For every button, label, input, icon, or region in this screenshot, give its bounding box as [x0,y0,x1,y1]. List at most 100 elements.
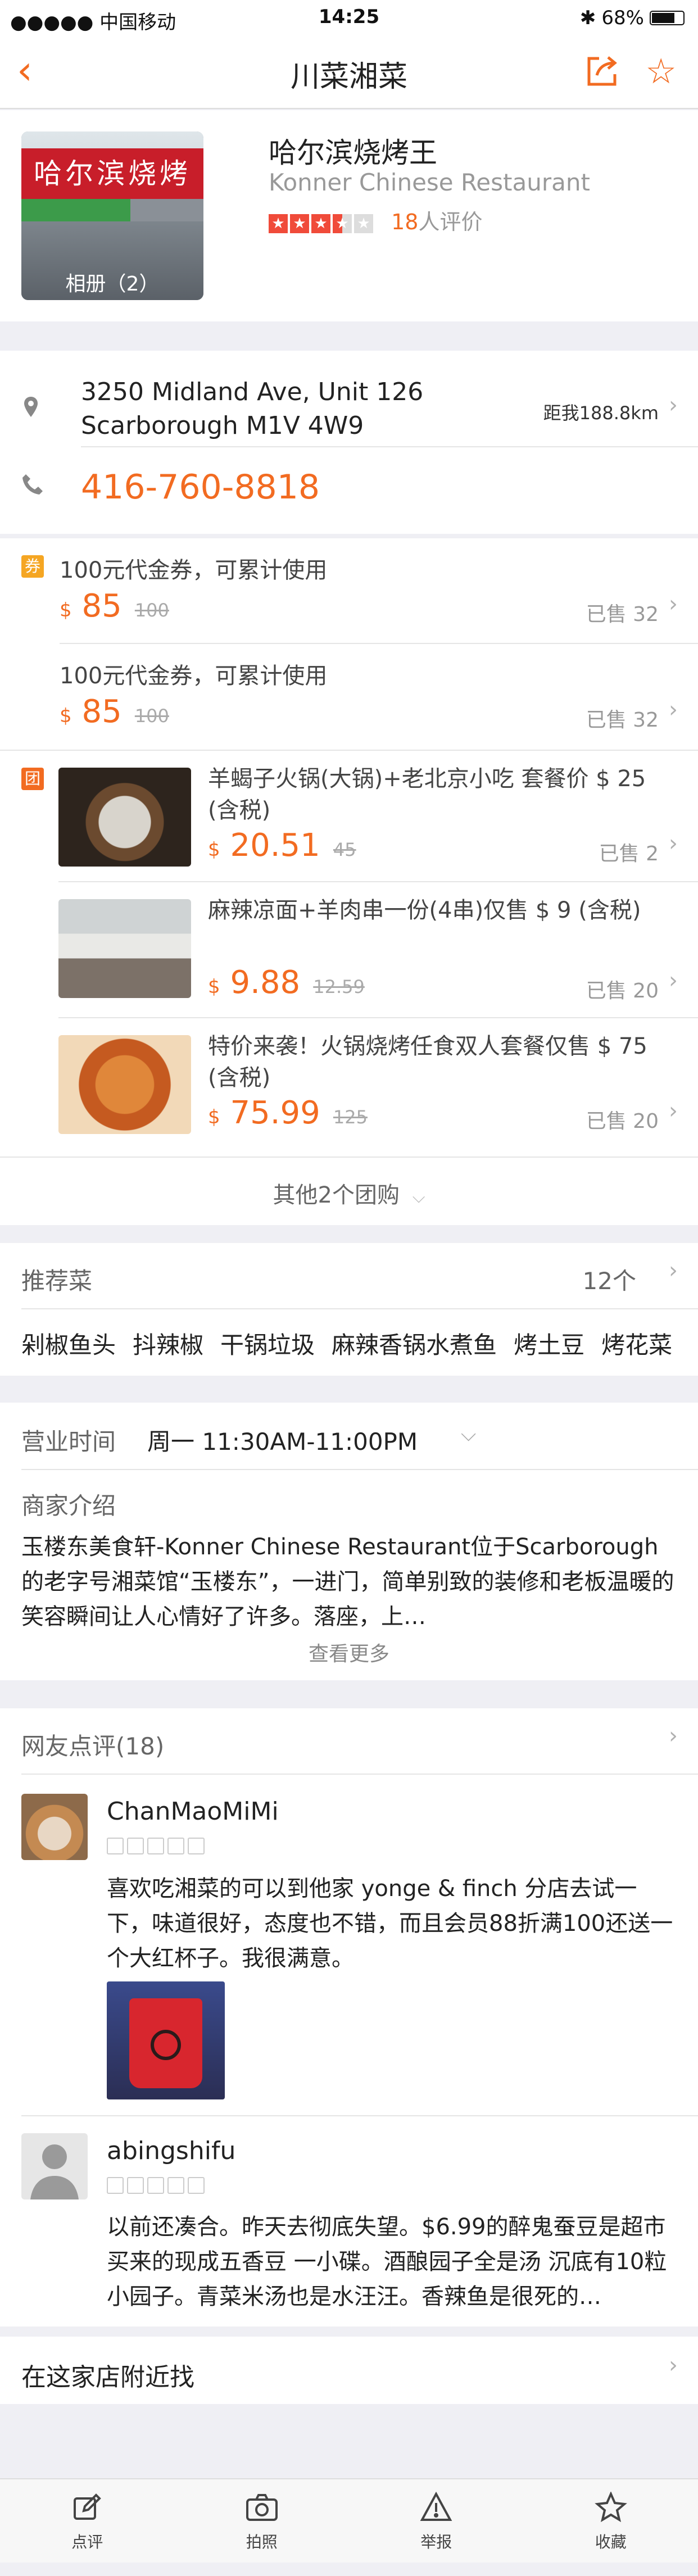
rating-stars: ★ ★ ★ ★ ★ [269,214,373,233]
review-item[interactable]: abingshifu 以前还凑合。昨天去彻底失望。$6.99的醉鬼蚕豆是超市买来… [0,2116,698,2330]
edit-icon [0,2492,175,2525]
shop-name: 哈尔滨烧烤王 [269,137,437,169]
review-suffix: 人评价 [418,210,483,234]
tab-favorite[interactable]: 收藏 [524,2479,698,2563]
group-deal-item[interactable]: 羊蝎子火锅(大锅)+老北京小吃 套餐价 $ 25 (含税) $ 20.51 45… [0,751,698,881]
album-label: 相册（2） [65,273,160,296]
tab-report[interactable]: 举报 [349,2479,524,2563]
rating-row: ★ ★ ★ ★ ★ 18人评价 [269,205,482,235]
contact-section: 3250 Midland Ave, Unit 126 Scarborough M… [0,351,698,534]
hours-label: 营业时间 [21,1428,116,1455]
favorite-star-icon[interactable]: ☆ [645,51,677,92]
reviewer-name[interactable]: abingshifu [107,2137,235,2165]
shop-photo[interactable]: 哈尔滨烧烤王 相册（2） [21,131,203,300]
chevron-right-icon: › [669,1098,678,1124]
deal-price: 9.88 [230,964,301,1001]
dishes-count: 12个 [582,1267,636,1295]
coupon-price-row: $ 85 100 [60,588,169,624]
more-deals-label: 其他2个团购 [273,1182,400,1208]
coupon-item[interactable]: 100元代金券，可累计使用 $ 85 100 已售 32 › [0,538,698,643]
deal-price-row: $ 20.51 45 [208,827,356,864]
shop-sign: 哈尔滨烧烤王 [21,148,203,241]
hours-value: 周一 11:30AM-11:00PM [147,1428,418,1455]
coupon-price: 85 [81,693,122,730]
deal-orig-price: 45 [333,839,356,860]
chevron-right-icon: › [669,392,678,418]
status-bar: ●●●●● 中国移动 14:25 ✱ 68% [0,0,698,36]
review-stars [107,1838,205,1854]
coupon-orig-price: 100 [134,600,169,621]
location-pin-icon [22,396,39,420]
reviews-section: 网友点评(18) › ChanMaoMiMi 喜欢吃湘菜的可以到他家 yonge… [0,1708,698,2326]
bottom-toolbar: 点评 拍照 举报 收藏 [0,2478,698,2563]
tab-label: 拍照 [246,2533,278,2551]
chevron-right-icon: › [669,1258,678,1284]
hours-row[interactable]: 营业时间 周一 11:30AM-11:00PM ⌵ [0,1403,698,1470]
avatar[interactable] [21,2133,88,2199]
dish-chip[interactable]: 烤花菜 [601,1326,672,1360]
chevron-down-icon: ⌵ [412,1187,425,1207]
address-line1: 3250 Midland Ave, Unit 126 [81,378,424,406]
dish-chip[interactable]: 剁椒鱼头 [21,1326,116,1360]
chevron-down-icon: ⌵ [461,1423,477,1446]
share-icon[interactable] [582,53,619,92]
dish-chip[interactable]: 烤土豆 [514,1326,584,1360]
tab-label: 收藏 [595,2533,627,2551]
group-deal-item[interactable]: 麻辣凉面+羊肉串一份(4串)仅售 $ 9 (含税) $ 9.88 12.59 已… [0,882,698,1017]
battery-icon [650,11,685,25]
phone-number[interactable]: 416-760-8818 [81,468,320,507]
deals-section: 券 100元代金券，可累计使用 $ 85 100 已售 32 › 100元代金券… [0,538,698,1225]
more-deals-button[interactable]: 其他2个团购 ⌵ [0,1158,698,1225]
deal-orig-price: 125 [333,1106,368,1128]
deal-price-row: $ 9.88 12.59 [208,964,365,1001]
dishes-header[interactable]: 推荐菜 12个 › [0,1243,698,1308]
dish-chip[interactable]: 干锅垃圾 [220,1326,315,1360]
review-photo-red-cup[interactable] [107,1981,225,2099]
tab-review[interactable]: 点评 [0,2479,175,2563]
chevron-right-icon: › [669,2352,678,2378]
coupon-sold: 已售 32 [586,709,659,732]
deal-title: 羊蝎子火锅(大锅)+老北京小吃 套餐价 $ 25 (含税) [208,766,646,823]
reviews-header[interactable]: 网友点评(18) › [0,1708,698,1774]
avatar[interactable] [21,1794,88,1860]
deal-sold: 已售 2 [599,842,659,865]
deal-orig-price: 12.59 [313,976,365,997]
chevron-right-icon: › [669,831,678,856]
status-right: ✱ 68% [580,7,685,29]
review-text: 以前还凑合。昨天去彻底失望。$6.99的醉鬼蚕豆是超市买来的现成五香豆 一小碟。… [107,2214,667,2310]
shop-header: 哈尔滨烧烤王 相册（2） 哈尔滨烧烤王 Konner Chinese Resta… [0,110,698,321]
dish-chip[interactable]: 抖辣椒 [133,1326,203,1360]
intro-text: 玉楼东美食轩-Konner Chinese Restaurant位于Scarbo… [21,1534,674,1630]
review-text: 喜欢吃湘菜的可以到他家 yonge & finch 分店去试一下，味道很好，态度… [107,1876,673,1971]
tab-photo[interactable]: 拍照 [175,2479,350,2563]
dishes-label: 推荐菜 [21,1267,93,1295]
address-row[interactable]: 3250 Midland Ave, Unit 126 Scarborough M… [0,362,698,446]
coupon-price: 85 [81,588,122,624]
coupon-item[interactable]: 100元代金券，可累计使用 $ 85 100 已售 32 › [0,644,698,749]
review-item[interactable]: ChanMaoMiMi 喜欢吃湘菜的可以到他家 yonge & finch 分店… [0,1775,698,2134]
warning-icon [349,2491,524,2525]
battery-percent: 68% [601,7,644,29]
coupon-orig-price: 100 [134,705,169,727]
chevron-right-icon: › [669,591,678,617]
tab-label: 点评 [71,2533,103,2551]
deal-sold: 已售 20 [586,979,659,1003]
nearby-row[interactable]: 在这家店附近找 › [0,2337,698,2404]
deal-price: 75.99 [230,1095,320,1131]
coupon-sold: 已售 32 [586,603,659,626]
phone-row[interactable]: 416-760-8818 [0,447,698,526]
reviewer-name[interactable]: ChanMaoMiMi [107,1797,279,1826]
coupon-title: 100元代金券，可累计使用 [60,557,328,583]
intro-label: 商家介绍 [21,1492,116,1520]
phone-icon [20,472,45,499]
deal-thumbnail-interior [58,899,191,998]
deal-title: 麻辣凉面+羊肉串一份(4串)仅售 $ 9 (含税) [208,897,641,923]
deal-price: 20.51 [230,827,320,864]
dish-chip[interactable]: 麻辣香锅水煮鱼 [332,1326,497,1360]
read-more-link[interactable]: 查看更多 [0,1638,698,1667]
group-deal-item[interactable]: 特价来袭！火锅烧烤任食双人套餐仅售 $ 75 (含税) $ 75.99 125 … [0,1018,698,1153]
nav-bar: ‹ 川菜湘菜 ☆ [0,36,698,109]
chevron-right-icon: › [669,697,678,723]
deal-title: 特价来袭！火锅烧烤任食双人套餐仅售 $ 75 (含税) [208,1033,647,1091]
deal-thumbnail-food [58,1035,191,1134]
